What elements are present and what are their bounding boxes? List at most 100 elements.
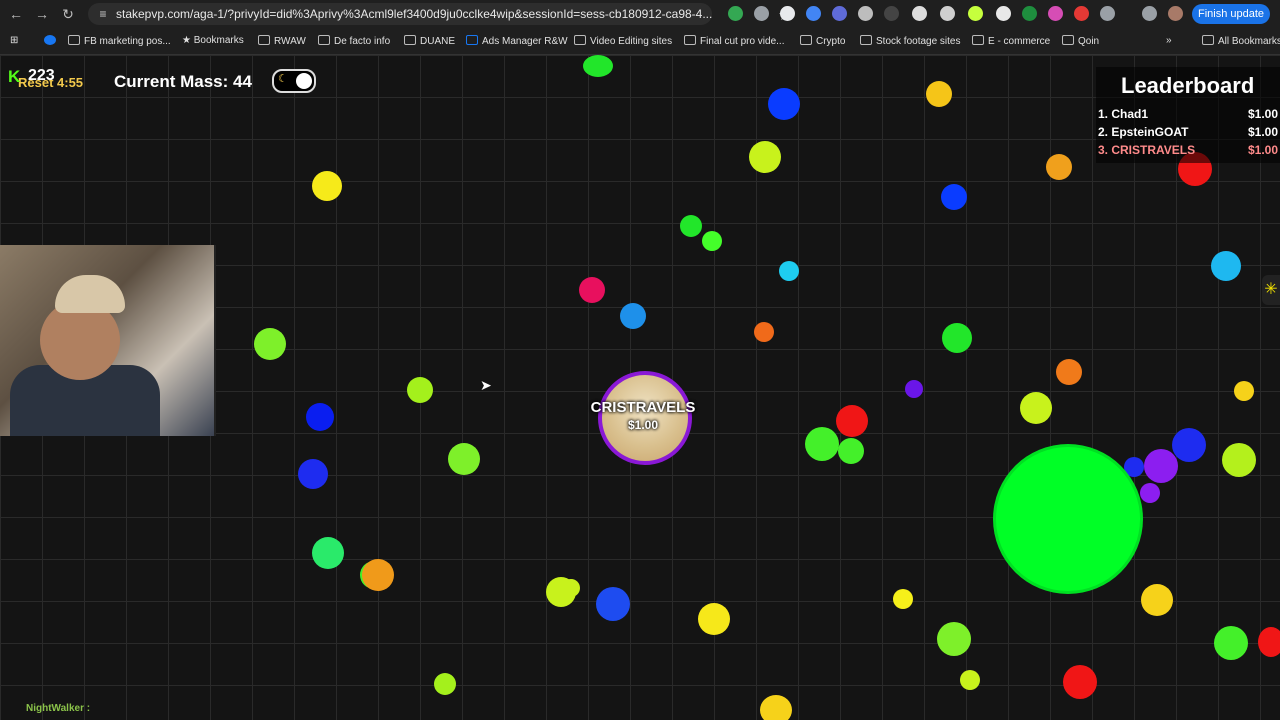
moon-icon: ☾ [278, 73, 288, 85]
extension-icon[interactable] [996, 6, 1011, 21]
extension-icon[interactable] [968, 6, 983, 21]
bookmark-item[interactable]: Final cut pro vide... [684, 35, 784, 47]
food-pellet [1046, 154, 1072, 180]
media-icon[interactable] [1142, 6, 1157, 21]
food-pellet [749, 141, 781, 173]
site-info-icon[interactable]: ≡ [96, 7, 110, 21]
bookmark-item[interactable]: DUANE [404, 35, 455, 47]
star-icon: ★ [182, 35, 194, 46]
food-pellet [1222, 443, 1256, 477]
food-pellet [620, 303, 646, 329]
folder-icon [574, 35, 586, 45]
folder-icon [860, 35, 872, 45]
food-pellet [312, 171, 342, 201]
extension-icon[interactable] [780, 6, 795, 21]
bookmark-item[interactable]: ★ Bookmarks [182, 35, 244, 46]
finish-update-button[interactable]: Finish update [1192, 4, 1270, 24]
leaderboard-name: 2. EpsteinGOAT [1098, 125, 1189, 139]
folder-icon [68, 35, 80, 45]
bookmarks-bar: ⊞ FB marketing pos... ★ Bookmarks RWAW D… [0, 28, 1280, 55]
reload-icon[interactable]: ↻ [58, 4, 78, 24]
toggle-knob [296, 73, 312, 89]
food-pellet [941, 184, 967, 210]
bookmark-item[interactable]: Video Editing sites [574, 35, 672, 47]
bookmark-item[interactable]: Stock footage sites [860, 35, 961, 47]
food-pellet [960, 670, 980, 690]
bookmark-item[interactable]: E - commerce [972, 35, 1050, 47]
food-pellet [583, 55, 613, 77]
webcam-overlay [0, 245, 216, 436]
address-bar[interactable]: ≡ stakepvp.com/aga-1/?privyId=did%3Apriv… [88, 3, 791, 25]
avatar[interactable] [1168, 6, 1183, 21]
leaderboard-name: 1. Chad1 [1098, 107, 1149, 121]
food-pellet [298, 459, 328, 489]
leaderboard-title: Leaderboard [1121, 73, 1255, 98]
bookmark-item[interactable]: Crypto [800, 35, 845, 47]
food-pellet [838, 438, 864, 464]
food-pellet [768, 88, 800, 120]
food-pellet [836, 405, 868, 437]
bookmark-item[interactable]: De facto info [318, 35, 390, 47]
food-pellet [893, 589, 913, 609]
food-pellet [562, 579, 580, 597]
food-pellet [937, 622, 971, 656]
bookmark-item[interactable]: Ads Manager R&W [466, 35, 568, 47]
food-pellet [1144, 449, 1178, 483]
extension-icon[interactable] [806, 6, 821, 21]
game-canvas[interactable]: CRISTRAVELS $1.00 Reset 4:55 K 223 Curre… [0, 55, 1280, 720]
extension-icon[interactable] [1048, 6, 1063, 21]
extension-icon[interactable] [1074, 6, 1089, 21]
folder-icon [318, 35, 330, 45]
enemy-cell [996, 447, 1140, 591]
extension-icon[interactable] [940, 6, 955, 21]
bookmark-item[interactable]: RWAW [258, 35, 306, 47]
sparkle-icon[interactable]: ✳ [1262, 275, 1280, 305]
leaderboard-amount: $1.00 [1247, 107, 1278, 121]
extension-icon[interactable] [728, 6, 743, 21]
current-mass: Current Mass: 44 [114, 72, 252, 91]
extension-icon[interactable] [754, 6, 769, 21]
food-pellet [942, 323, 972, 353]
extension-icon[interactable] [912, 6, 927, 21]
bookmark-item[interactable]: FB marketing pos... [68, 35, 171, 47]
extension-icon[interactable] [884, 6, 899, 21]
back-icon[interactable]: ← [6, 4, 26, 24]
leaderboard-name: 3. CRISTRAVELS [1098, 143, 1196, 157]
food-pellet [362, 559, 394, 591]
url-text: stakepvp.com/aga-1/?privyId=did%3Aprivy%… [116, 7, 713, 21]
folder-icon [1062, 35, 1074, 45]
facebook-icon [44, 35, 56, 45]
chevron-right-icon[interactable]: » [1166, 35, 1172, 46]
food-pellet [448, 443, 480, 475]
food-pellet [905, 380, 923, 398]
forward-icon[interactable]: → [32, 4, 52, 24]
food-pellet [698, 603, 730, 635]
puzzle-icon[interactable] [1100, 6, 1115, 21]
player-name: CRISTRAVELS [590, 399, 696, 416]
apps-icon[interactable]: ⊞ [10, 35, 18, 46]
food-pellet [1141, 584, 1173, 616]
theme-toggle[interactable]: ☾ [272, 69, 316, 93]
folder-icon [404, 35, 416, 45]
bookmark-item[interactable] [44, 35, 60, 47]
food-pellet [1234, 381, 1254, 401]
extension-icon[interactable] [832, 6, 847, 21]
mouse-cursor-icon: ➤ [480, 377, 492, 393]
folder-icon [1202, 35, 1214, 45]
food-pellet [1172, 428, 1206, 462]
food-pellet [1063, 665, 1097, 699]
chat-username: NightWalker : [26, 703, 91, 714]
food-pellet [1020, 392, 1052, 424]
all-bookmarks[interactable]: All Bookmarks [1202, 35, 1280, 47]
extension-icon[interactable] [858, 6, 873, 21]
food-pellet [760, 695, 792, 720]
food-pellet [579, 277, 605, 303]
food-pellet [254, 328, 286, 360]
browser-toolbar: ← → ↻ ≡ stakepvp.com/aga-1/?privyId=did%… [0, 0, 1280, 28]
food-pellet [312, 537, 344, 569]
leaderboard-amount: $1.00 [1247, 143, 1278, 157]
folder-icon [972, 35, 984, 45]
extension-icon[interactable] [1022, 6, 1037, 21]
bookmark-item[interactable]: Qoin [1062, 35, 1099, 47]
folder-icon [258, 35, 270, 45]
